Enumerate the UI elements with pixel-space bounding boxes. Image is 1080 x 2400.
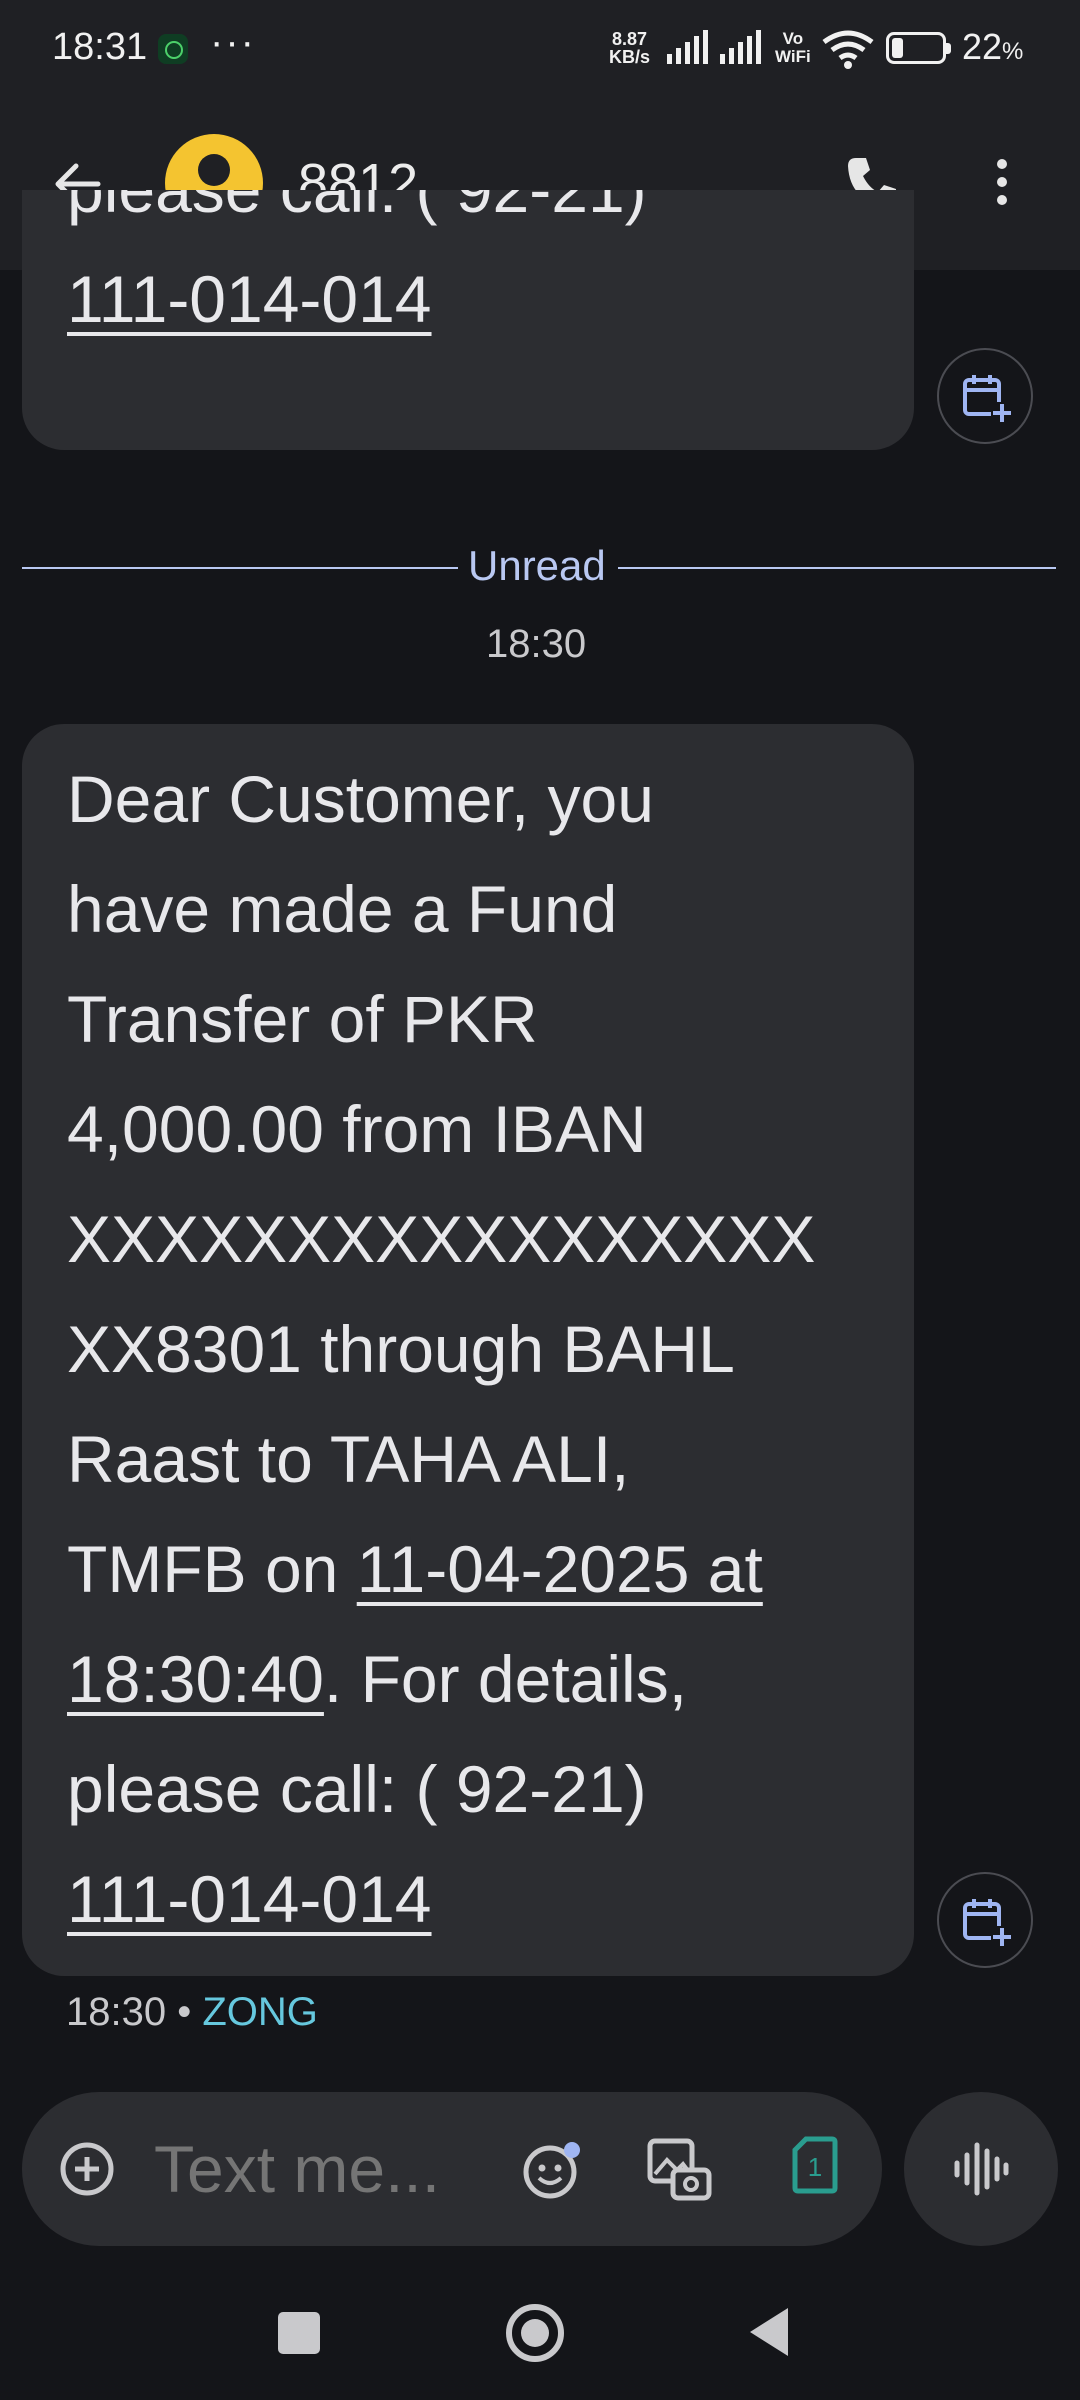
message-time: 18:30 [66,1990,167,2034]
sim-card-icon: 1 [792,2136,838,2194]
wifi-icon [822,30,874,69]
calendar-add-icon [963,1899,1013,1948]
datetime-link[interactable]: 18:30:40 [67,1642,324,1716]
home-button[interactable] [506,2304,564,2362]
message-bubble[interactable]: Dear Customer, you have made a Fund Tran… [22,724,914,1976]
system-nav-bar [0,2270,1080,2400]
sim-label: ZONG [202,1990,318,2034]
sim-selector[interactable]: 1 [792,2136,838,2199]
network-speed-unit: KB/s [609,47,651,67]
message-group-time: 18:30 [486,622,587,666]
vowifi-top: Vo [782,29,804,48]
sim-number: 1 [808,2152,822,2182]
unread-divider-left [22,567,458,569]
battery-percent: 22% [962,26,1024,67]
status-time: 18:31 [52,26,148,68]
message-meta: 18:30 • ZONG [66,1990,318,2034]
calendar-add-icon [963,375,1013,424]
unread-label: Unread [468,542,606,589]
message-text: please call: ( 92-21) 111-014-014 [67,190,647,354]
phone-link[interactable]: 111-014-014 [67,1862,432,1936]
message-input[interactable] [152,2130,496,2208]
more-options-icon[interactable] [990,152,1014,212]
waveform-icon [954,2142,1009,2196]
compose-bar: 1 [22,2092,882,2246]
voice-message-button[interactable] [904,2092,1058,2246]
emoji-icon[interactable] [522,2140,582,2200]
recents-button[interactable] [278,2312,320,2354]
add-attachment-icon[interactable] [58,2140,116,2198]
network-speed-value: 8.87 [611,29,648,49]
status-bar: 18:31 ··· 8.87 KB/s Vo WiFi 22% [0,0,1080,100]
datetime-link[interactable]: 11-04-2025 at [357,1532,763,1606]
phone-link[interactable]: 111-014-014 [67,262,432,336]
battery-level [892,38,903,58]
vowifi-indicator: Vo WiFi [775,30,811,66]
unread-divider-right [618,567,1056,569]
message-text: Dear Customer, you have made a Fund Tran… [67,762,816,1936]
message-bubble-previous[interactable]: please call: ( 92-21) 111-014-014 [22,190,914,450]
back-button[interactable] [750,2308,788,2356]
add-event-button[interactable] [937,348,1033,444]
add-event-button[interactable] [937,1872,1033,1968]
gallery-icon[interactable] [647,2138,713,2202]
whatsapp-icon [158,34,188,64]
signal-icon [720,30,761,64]
battery-icon [886,32,951,64]
signal-icon [667,30,708,64]
network-speed: 8.87 KB/s [609,30,650,66]
vowifi-bottom: WiFi [775,47,811,66]
more-notifications-icon: ··· [210,20,256,64]
